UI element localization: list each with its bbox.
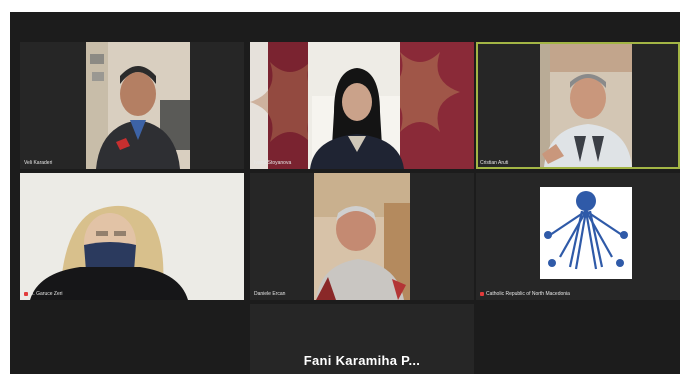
participant-tile-5[interactable]: Daniele Ercan [250,173,474,300]
participant-video [250,42,474,169]
participant-tile-3[interactable]: Cristian Aruti [476,42,680,169]
mic-off-icon [480,291,484,296]
participant-name: A. Garuce Zeri [24,291,63,297]
participant-name: Cristian Aruti [480,160,509,166]
participant-tile-6[interactable]: Catholic Republic of North Macedonia [476,173,680,300]
active-speaker-tile[interactable]: Fani Karamiha P... [250,304,474,374]
participant-video [86,42,190,169]
active-speaker-name: Fani Karamiha P... [303,353,421,368]
participant-name: Catholic Republic of North Macedonia [480,291,570,297]
screenshot-frame: Veli Karaderi Ivana Stoyanova Cristian A… [0,0,688,374]
participant-video [540,44,632,167]
participant-video [20,173,244,300]
mic-off-icon [24,291,28,296]
participant-name: Daniele Ercan [254,291,286,297]
organization-logo [540,187,632,279]
participant-tile-1[interactable]: Veli Karaderi [20,42,244,169]
participant-name: Ivana Stoyanova [254,160,292,166]
participant-video [314,173,410,300]
video-gallery: Veli Karaderi Ivana Stoyanova Cristian A… [10,12,680,374]
participant-name: Veli Karaderi [24,160,53,166]
participant-tile-4[interactable]: A. Garuce Zeri [20,173,244,300]
participant-tile-2[interactable]: Ivana Stoyanova [250,42,474,169]
